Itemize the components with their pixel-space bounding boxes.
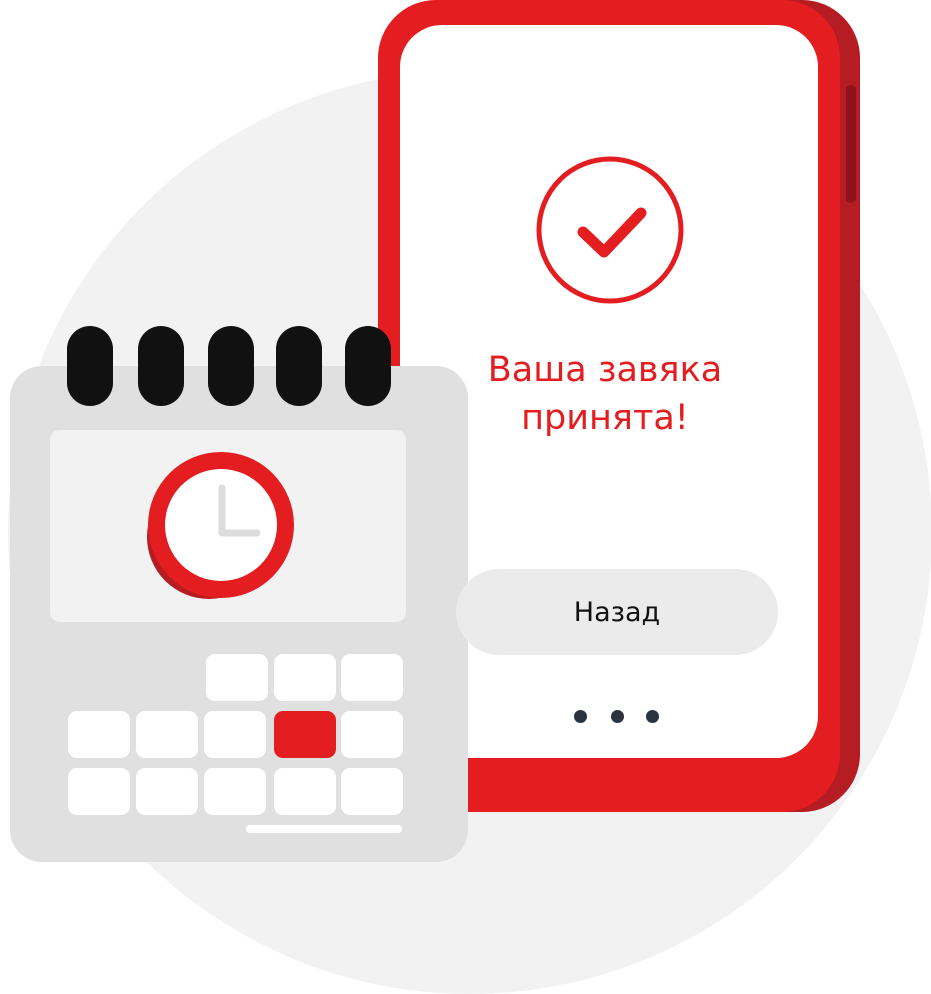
calendar-underline (246, 825, 402, 833)
calendar-day (274, 654, 336, 701)
back-button[interactable]: Назад (456, 569, 778, 655)
calendar-ring (67, 326, 113, 406)
calendar-day (341, 711, 403, 758)
success-message-line-1: Ваша завяка (487, 350, 723, 390)
ellipsis-dot (611, 710, 624, 723)
calendar-ring (138, 326, 184, 406)
calendar-day (341, 654, 403, 701)
ellipsis-dot (646, 710, 659, 723)
calendar-ring (208, 326, 254, 406)
calendar-day-selected (274, 711, 336, 758)
success-message-line-2: принята! (521, 398, 689, 438)
ellipsis-dot (574, 710, 587, 723)
calendar-day (206, 654, 268, 701)
calendar (10, 326, 468, 862)
calendar-ring (276, 326, 322, 406)
illustration: Ваша завяка принята! Назад (0, 0, 931, 994)
ellipsis-icon (568, 706, 668, 726)
calendar-day (204, 711, 266, 758)
calendar-day (204, 768, 266, 815)
calendar-day (68, 711, 130, 758)
back-button-label: Назад (573, 596, 661, 628)
phone-side-button (846, 85, 856, 203)
calendar-day (341, 768, 403, 815)
illustration-art (8, 0, 931, 994)
success-message: Ваша завяка принята! (455, 346, 755, 442)
calendar-ring (345, 326, 391, 406)
calendar-day (274, 768, 336, 815)
calendar-day (136, 711, 198, 758)
calendar-day (136, 768, 198, 815)
clock-icon (147, 452, 294, 599)
calendar-day (68, 768, 130, 815)
